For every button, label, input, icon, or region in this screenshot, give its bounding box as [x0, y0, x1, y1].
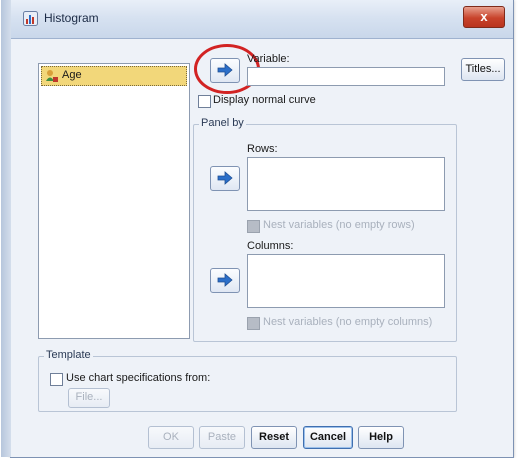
window-title: Histogram	[44, 11, 99, 25]
template-title: Template	[44, 349, 93, 361]
help-button-label: Help	[369, 431, 393, 443]
right-arrow-icon	[217, 171, 233, 185]
cancel-button-label: Cancel	[309, 431, 347, 443]
nest-columns-label: Nest variables (no empty columns)	[263, 316, 433, 328]
paste-button[interactable]: Paste	[199, 426, 245, 449]
reset-button[interactable]: Reset	[251, 426, 297, 449]
titles-button-label: Titles...	[465, 63, 501, 75]
ok-button[interactable]: OK	[148, 426, 194, 449]
file-button[interactable]: File...	[68, 388, 110, 408]
variables-list[interactable]: Age	[38, 63, 190, 339]
window-frame	[1, 0, 11, 457]
variable-field[interactable]	[247, 67, 445, 86]
file-button-label: File...	[75, 391, 103, 403]
variable-label: Variable:	[247, 53, 290, 65]
title-bar[interactable]: Histogram x	[11, 0, 513, 39]
rows-label: Rows:	[247, 143, 278, 155]
titles-button[interactable]: Titles...	[461, 58, 505, 81]
reset-button-label: Reset	[259, 431, 289, 443]
histogram-app-icon	[23, 11, 38, 26]
use-chart-specs-checkbox[interactable]	[50, 373, 63, 386]
panel-by-title: Panel by	[199, 117, 246, 129]
nest-rows-label: Nest variables (no empty rows)	[263, 219, 415, 231]
columns-label: Columns:	[247, 240, 294, 252]
nest-columns-checkbox[interactable]	[247, 317, 260, 330]
close-icon: x	[480, 9, 488, 24]
ok-button-label: OK	[163, 431, 179, 443]
close-button[interactable]: x	[463, 6, 505, 28]
display-normal-curve-checkbox[interactable]	[198, 95, 211, 108]
nest-rows-checkbox[interactable]	[247, 220, 260, 233]
scale-variable-icon	[46, 70, 58, 82]
paste-button-label: Paste	[207, 431, 237, 443]
move-to-columns-button[interactable]	[210, 268, 240, 293]
histogram-dialog: Histogram x Age Variable: Titles... Disp…	[1, 0, 514, 458]
cancel-button[interactable]: Cancel	[303, 426, 353, 449]
use-chart-specs-label: Use chart specifications from:	[66, 372, 211, 384]
display-normal-curve-label: Display normal curve	[213, 94, 316, 106]
right-arrow-icon	[217, 273, 233, 287]
help-button[interactable]: Help	[358, 426, 404, 449]
rows-field[interactable]	[247, 157, 445, 211]
columns-field[interactable]	[247, 254, 445, 308]
list-item-age[interactable]: Age	[41, 66, 187, 86]
move-to-rows-button[interactable]	[210, 166, 240, 191]
list-item-label: Age	[62, 69, 82, 81]
